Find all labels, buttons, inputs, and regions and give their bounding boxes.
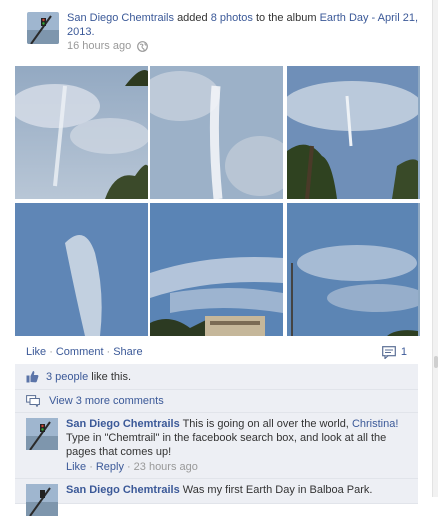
actor-link[interactable]: San Diego Chemtrails bbox=[67, 12, 174, 24]
globe-icon[interactable] bbox=[137, 40, 149, 52]
separator: · bbox=[126, 461, 131, 473]
comment-text-rest: Type in "Chemtrail" in the facebook sear… bbox=[66, 432, 387, 458]
comment-body: San Diego Chemtrails This is going on al… bbox=[66, 413, 418, 478]
page-scrollbar[interactable] bbox=[432, 0, 438, 497]
photo-2[interactable] bbox=[150, 66, 283, 199]
comments-icon bbox=[26, 395, 40, 407]
timestamp[interactable]: 16 hours ago bbox=[67, 40, 131, 52]
like-button[interactable]: Like bbox=[26, 346, 46, 358]
story-header: San Diego Chemtrails added 8 photos to t… bbox=[27, 12, 427, 56]
photo-4[interactable] bbox=[15, 203, 148, 336]
photo-grid bbox=[15, 66, 420, 336]
action-bar: Like · Comment · Share 1 bbox=[15, 340, 418, 364]
comment-text: Was my first Earth Day in Balboa Park. bbox=[182, 484, 373, 496]
photo-3[interactable] bbox=[287, 66, 420, 199]
likes-suffix: like this. bbox=[91, 370, 132, 383]
comment-mention[interactable]: Christina! bbox=[352, 418, 398, 430]
comment-button[interactable]: Comment bbox=[56, 346, 104, 358]
scrollbar-thumb[interactable] bbox=[434, 356, 438, 368]
view-more-comments-label: View 3 more comments bbox=[49, 395, 164, 407]
story-verb-2: to the album bbox=[255, 12, 317, 24]
share-button[interactable]: Share bbox=[113, 346, 142, 358]
photo-1[interactable] bbox=[15, 66, 148, 199]
photo-5[interactable] bbox=[150, 203, 283, 336]
comment-item: San Diego Chemtrails Was my first Earth … bbox=[15, 479, 418, 516]
comment-text: This is going on all over the world, bbox=[182, 418, 349, 430]
story-verb: added bbox=[177, 12, 208, 24]
comment-count: 1 bbox=[400, 346, 407, 358]
likes-row: 3 people like this. bbox=[15, 364, 418, 390]
comment-avatar[interactable] bbox=[26, 418, 58, 450]
comment-author[interactable]: San Diego Chemtrails bbox=[66, 484, 180, 496]
likers-link[interactable]: 3 people bbox=[46, 371, 88, 383]
comment-icon bbox=[381, 345, 396, 359]
ufi-section: Like · Comment · Share 1 3 people like this.… bbox=[15, 340, 418, 516]
comment-body: San Diego Chemtrails Was my first Earth … bbox=[66, 479, 418, 501]
story-meta: 16 hours ago bbox=[67, 40, 149, 52]
page-avatar[interactable] bbox=[27, 12, 59, 44]
thumbs-up-icon bbox=[26, 371, 39, 383]
view-more-comments[interactable]: View 3 more comments bbox=[15, 390, 418, 413]
comment-time[interactable]: 23 hours ago bbox=[134, 461, 198, 473]
story-text: San Diego Chemtrails added 8 photos to t… bbox=[67, 11, 427, 39]
photos-link[interactable]: 8 photos bbox=[211, 12, 253, 24]
comment-meta: Like · Reply · 23 hours ago bbox=[66, 460, 410, 474]
comment-author[interactable]: San Diego Chemtrails bbox=[66, 418, 180, 430]
separator: · bbox=[89, 461, 93, 473]
comment-item: San Diego Chemtrails This is going on al… bbox=[15, 413, 418, 479]
comment-like-button[interactable]: Like bbox=[66, 461, 86, 473]
separator: · bbox=[49, 346, 53, 358]
comment-avatar[interactable] bbox=[26, 484, 58, 516]
separator: · bbox=[106, 346, 111, 358]
comment-count-link[interactable]: 1 bbox=[381, 345, 407, 359]
comment-reply-button[interactable]: Reply bbox=[96, 461, 124, 473]
photo-6[interactable] bbox=[287, 203, 420, 336]
